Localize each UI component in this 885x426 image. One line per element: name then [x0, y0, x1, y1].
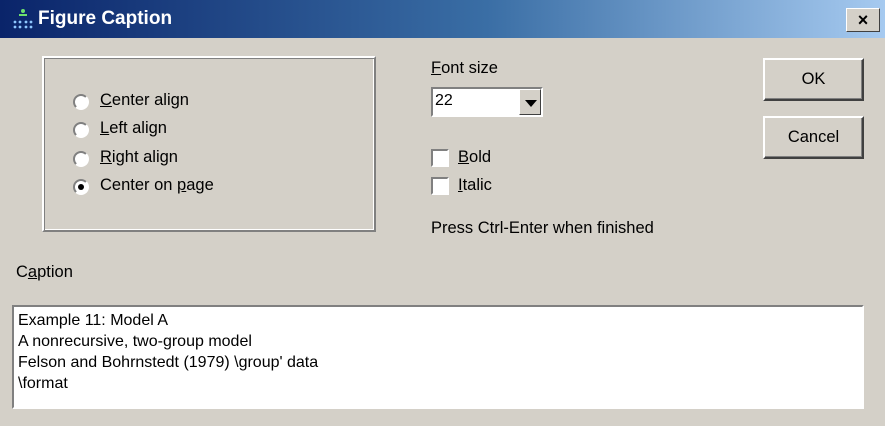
close-button[interactable]: ×: [846, 8, 880, 32]
radio-circle: [73, 122, 89, 138]
font-size-label: Font size: [431, 59, 498, 77]
close-icon: ×: [857, 10, 869, 30]
ok-button[interactable]: OK: [763, 58, 864, 101]
cancel-button[interactable]: Cancel: [763, 116, 864, 159]
checkbox-box: [431, 177, 449, 195]
font-size-value: 22: [435, 92, 453, 109]
dropdown-button[interactable]: [519, 89, 541, 115]
figure-caption-dialog: Figure Caption × Center align Left align…: [0, 0, 885, 426]
radio-selected-dot: [78, 184, 84, 190]
hint-text: Press Ctrl-Enter when finished: [431, 219, 654, 237]
checkbox-box: [431, 149, 449, 167]
figure-dots-icon: [13, 9, 33, 29]
radio-circle: [73, 94, 89, 110]
chevron-down-icon: [525, 100, 537, 107]
alignment-group: [42, 56, 376, 232]
title-bar: Figure Caption ×: [0, 0, 885, 38]
radio-circle: [73, 179, 89, 195]
caption-textarea[interactable]: Example 11: Model A A nonrecursive, two-…: [12, 305, 864, 409]
radio-circle: [73, 151, 89, 167]
font-size-select[interactable]: 22: [431, 87, 543, 117]
caption-label: Caption: [16, 263, 73, 281]
window-title: Figure Caption: [38, 8, 173, 29]
